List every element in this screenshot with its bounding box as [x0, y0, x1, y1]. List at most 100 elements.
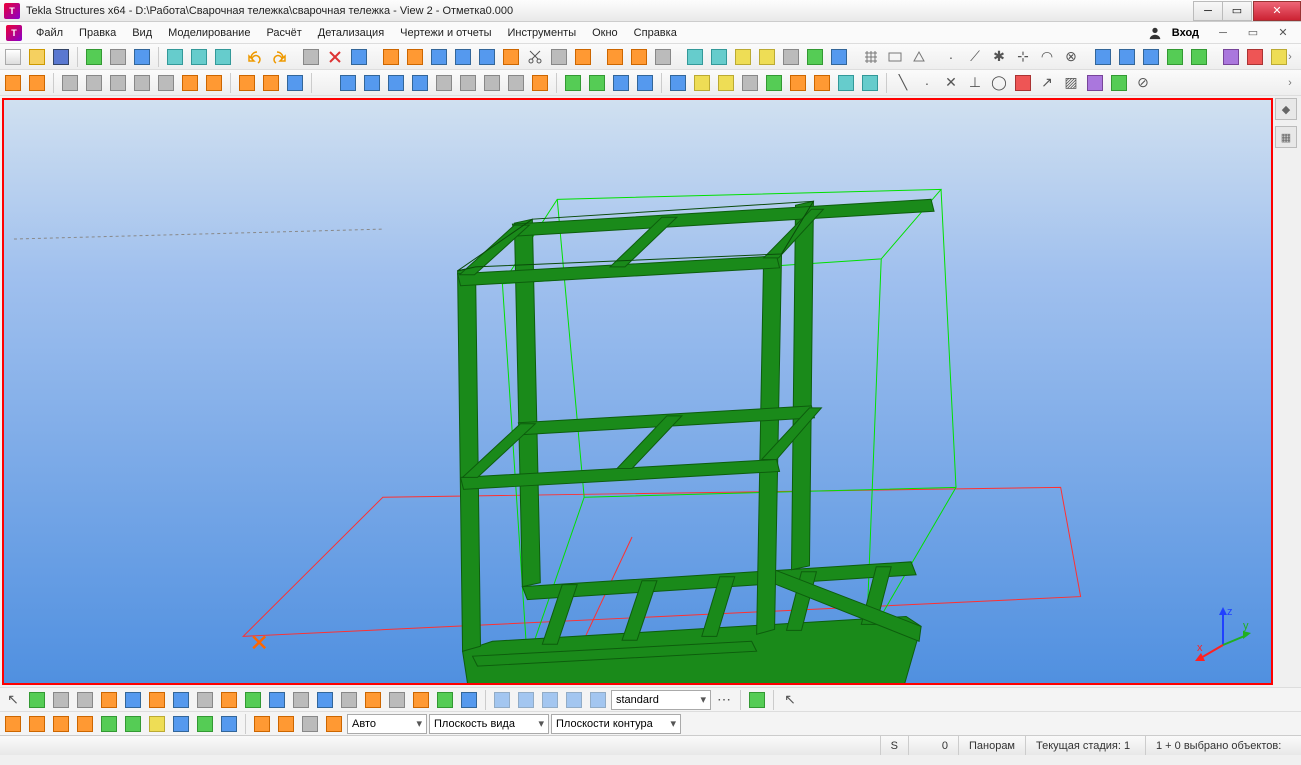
axis-gizmo[interactable]: z x y	[1193, 605, 1253, 665]
clash2-button[interactable]	[756, 46, 778, 68]
menu-analysis[interactable]: Расчёт	[258, 25, 309, 41]
menu-help[interactable]: Справка	[626, 25, 685, 41]
orthogonal-beam-button[interactable]	[131, 72, 153, 94]
detail-polyline-button[interactable]	[409, 72, 431, 94]
3d-viewport[interactable]: z x y	[2, 98, 1273, 685]
select-loads-button[interactable]	[314, 689, 336, 711]
view-list-button[interactable]	[652, 46, 674, 68]
inquire-button[interactable]	[348, 46, 370, 68]
menu-modeling[interactable]: Моделирование	[160, 25, 258, 41]
delete-button[interactable]	[324, 46, 346, 68]
grid-button[interactable]	[860, 46, 882, 68]
os-minimize-button[interactable]: ─	[1193, 1, 1223, 21]
snap-geom-button[interactable]	[1108, 72, 1130, 94]
view-filter-button[interactable]	[746, 689, 768, 711]
measure-dist-button[interactable]	[684, 46, 706, 68]
select-points-button[interactable]	[98, 689, 120, 711]
snap-perpendicular-button[interactable]	[74, 713, 96, 735]
beam-button[interactable]	[26, 72, 48, 94]
applications-button[interactable]	[763, 72, 785, 94]
connection-2-button[interactable]	[586, 72, 608, 94]
connection-1-button[interactable]	[562, 72, 584, 94]
app-restore-button[interactable]: ▭	[1239, 23, 1267, 43]
polybeam-button[interactable]	[59, 72, 81, 94]
selfilter-b1[interactable]	[491, 689, 513, 711]
copy-button[interactable]	[404, 46, 426, 68]
snap-end-button[interactable]: ╲	[892, 72, 914, 94]
move-special-button[interactable]	[476, 46, 498, 68]
render-button[interactable]	[1164, 46, 1186, 68]
autoconnect-button[interactable]	[715, 72, 737, 94]
snap-geometry-button[interactable]	[194, 713, 216, 735]
menu-drawings[interactable]: Чертежи и отчеты	[392, 25, 499, 41]
numbering-button[interactable]	[828, 46, 850, 68]
polygon-cut-button[interactable]	[481, 72, 503, 94]
workplane2-button[interactable]	[908, 46, 930, 68]
component-cat-button[interactable]	[667, 72, 689, 94]
select-rebar-button[interactable]	[410, 689, 432, 711]
zoom-previous-button[interactable]	[1140, 46, 1162, 68]
app-minimize-button[interactable]: ─	[1209, 23, 1237, 43]
workplane-button[interactable]	[884, 46, 906, 68]
cut-button[interactable]	[524, 46, 546, 68]
line-cut-button[interactable]	[457, 72, 479, 94]
select-pour-button[interactable]	[434, 689, 456, 711]
db-button[interactable]	[164, 46, 186, 68]
select-single-button[interactable]	[458, 689, 480, 711]
view-plane-button[interactable]	[628, 46, 650, 68]
os-close-button[interactable]: ✕	[1253, 1, 1301, 21]
snap-none-button[interactable]: ⊘	[1132, 72, 1154, 94]
db3-button[interactable]	[212, 46, 234, 68]
menu-detailing[interactable]: Детализация	[310, 25, 392, 41]
zoom-extents-button[interactable]	[1116, 46, 1138, 68]
report-button[interactable]	[1244, 46, 1266, 68]
detail-beam-button[interactable]	[361, 72, 383, 94]
toolbar-overflow-icon[interactable]: ›	[1281, 46, 1299, 68]
zoom-window-button[interactable]	[1092, 46, 1114, 68]
selection-filter-dropdown[interactable]: standard	[611, 690, 711, 710]
snap-intersection-button[interactable]	[50, 713, 72, 735]
paste-button[interactable]	[572, 46, 594, 68]
selfilter-b2[interactable]	[515, 689, 537, 711]
measure-angle-button[interactable]	[708, 46, 730, 68]
point-project-button[interactable]: ⊹	[1012, 46, 1034, 68]
print-button[interactable]	[107, 46, 129, 68]
login-link[interactable]: Вход	[1164, 27, 1207, 39]
save-button[interactable]	[50, 46, 72, 68]
selfilter-b4[interactable]	[563, 689, 585, 711]
snap-mid-button[interactable]: ·	[916, 72, 938, 94]
snap-mode-dropdown[interactable]: Авто	[347, 714, 427, 734]
move-button[interactable]	[380, 46, 402, 68]
point-line-button[interactable]: ⟋	[964, 46, 986, 68]
detail-button[interactable]	[634, 72, 656, 94]
column-button[interactable]	[2, 72, 24, 94]
menu-window[interactable]: Окно	[584, 25, 626, 41]
select-references-button[interactable]	[290, 689, 312, 711]
view-3d-button[interactable]	[604, 46, 626, 68]
new-button[interactable]	[2, 46, 24, 68]
bolt-button[interactable]	[236, 72, 258, 94]
custom-comp-button[interactable]	[691, 72, 713, 94]
select-objects-button[interactable]	[26, 689, 48, 711]
part-cut-button[interactable]	[505, 72, 527, 94]
snap-plane-2-button[interactable]	[275, 713, 297, 735]
task-button[interactable]	[859, 72, 881, 94]
point-bolt-button[interactable]: ⊗	[1060, 46, 1082, 68]
snap-endpoint-button[interactable]	[2, 713, 24, 735]
snap-plane-4-button[interactable]	[323, 713, 345, 735]
fitting-button[interactable]	[433, 72, 455, 94]
contour-plane-dropdown[interactable]: Плоскости контура	[551, 714, 681, 734]
selection-filter-settings-button[interactable]: ⋯	[713, 689, 735, 711]
select-components-button[interactable]	[242, 689, 264, 711]
curved-beam-button[interactable]	[83, 72, 105, 94]
snap-grid-button[interactable]: ▨	[1060, 72, 1082, 94]
menu-tools[interactable]: Инструменты	[500, 25, 585, 41]
select-bolts-button[interactable]	[218, 689, 240, 711]
menu-view[interactable]: Вид	[124, 25, 160, 41]
explode-button[interactable]	[787, 72, 809, 94]
select-parts-button[interactable]	[50, 689, 72, 711]
point-intersect-button[interactable]: ✱	[988, 46, 1010, 68]
undo-button[interactable]	[244, 46, 266, 68]
select-grids-button[interactable]	[122, 689, 144, 711]
properties-button[interactable]	[300, 46, 322, 68]
